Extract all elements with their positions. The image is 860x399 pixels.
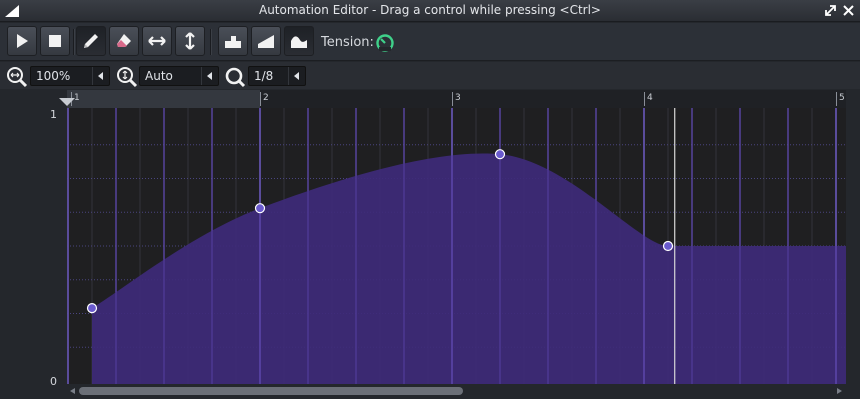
loop-region[interactable] — [67, 90, 260, 108]
cubic-hermite-progression-button[interactable] — [284, 26, 314, 56]
linear-icon — [258, 35, 274, 48]
horizontal-zoom-value: 100% — [36, 69, 71, 83]
bar-number: 2 — [263, 93, 269, 103]
horizontal-scrollbar[interactable] — [67, 384, 846, 398]
automation-point[interactable] — [662, 240, 674, 252]
draw-mode-button[interactable] — [76, 26, 106, 56]
vertical-zoom-value: Auto — [145, 69, 173, 83]
flip-vertical-button[interactable] — [175, 26, 205, 56]
tension-knob-icon[interactable] — [375, 33, 395, 53]
title-bar[interactable]: Automation Editor - Drag a control while… — [0, 0, 860, 22]
zoom-bar: 100% Auto 1/8 — [0, 62, 860, 89]
chevron-left-icon — [92, 67, 109, 85]
toolbar — [0, 23, 860, 61]
flip-horizontal-button[interactable] — [142, 26, 172, 56]
vertical-zoom-icon — [117, 67, 138, 88]
eraser-icon — [117, 34, 131, 47]
bar-number: 5 — [839, 93, 845, 103]
toolbar-separator — [73, 29, 74, 55]
automation-point[interactable] — [254, 203, 266, 214]
chevron-left-icon — [201, 67, 218, 85]
value-axis: 1 0 — [0, 108, 67, 388]
cubic-icon — [291, 36, 307, 48]
bar-number: 4 — [647, 93, 653, 103]
close-icon[interactable] — [841, 3, 856, 18]
arrows-vertical-icon — [185, 32, 195, 50]
vertical-scrollbar[interactable] — [846, 108, 860, 384]
toolbar-separator — [210, 29, 211, 55]
window-title: Automation Editor - Drag a control while… — [258, 3, 601, 17]
quantization-value: 1/8 — [254, 69, 274, 83]
play-icon — [17, 34, 28, 48]
discrete-progression-button[interactable] — [218, 26, 248, 56]
erase-mode-button[interactable] — [109, 26, 139, 56]
timeline-ruler[interactable]: 1 2 3 4 5 — [59, 90, 846, 108]
maximize-icon[interactable] — [823, 3, 838, 18]
y-axis-max-label: 1 — [50, 108, 57, 121]
horizontal-scroll-thumb[interactable] — [79, 387, 463, 395]
bar-number: 3 — [455, 93, 461, 103]
automation-point[interactable] — [86, 303, 98, 314]
y-axis-min-label: 0 — [50, 375, 57, 388]
discrete-icon — [225, 36, 241, 48]
automation-point[interactable] — [494, 149, 506, 160]
automation-graph[interactable] — [67, 108, 846, 384]
horizontal-zoom-select[interactable]: 100% — [30, 66, 110, 86]
tension-label: Tension: — [321, 35, 374, 50]
pencil-icon — [84, 34, 98, 48]
arrows-horizontal-icon — [148, 36, 166, 46]
quantization-select[interactable]: 1/8 — [248, 66, 306, 86]
scroll-left-icon[interactable] — [70, 388, 76, 394]
playhead-marker-icon[interactable] — [58, 97, 76, 107]
vertical-zoom-select[interactable]: Auto — [139, 66, 219, 86]
linear-progression-button[interactable] — [251, 26, 281, 56]
chevron-left-icon — [288, 67, 305, 85]
play-button[interactable] — [7, 26, 37, 56]
scroll-right-icon[interactable] — [837, 388, 843, 394]
stop-button[interactable] — [40, 26, 70, 56]
horizontal-zoom-icon — [7, 67, 28, 88]
quantization-icon — [225, 67, 246, 88]
stop-icon — [49, 35, 61, 47]
